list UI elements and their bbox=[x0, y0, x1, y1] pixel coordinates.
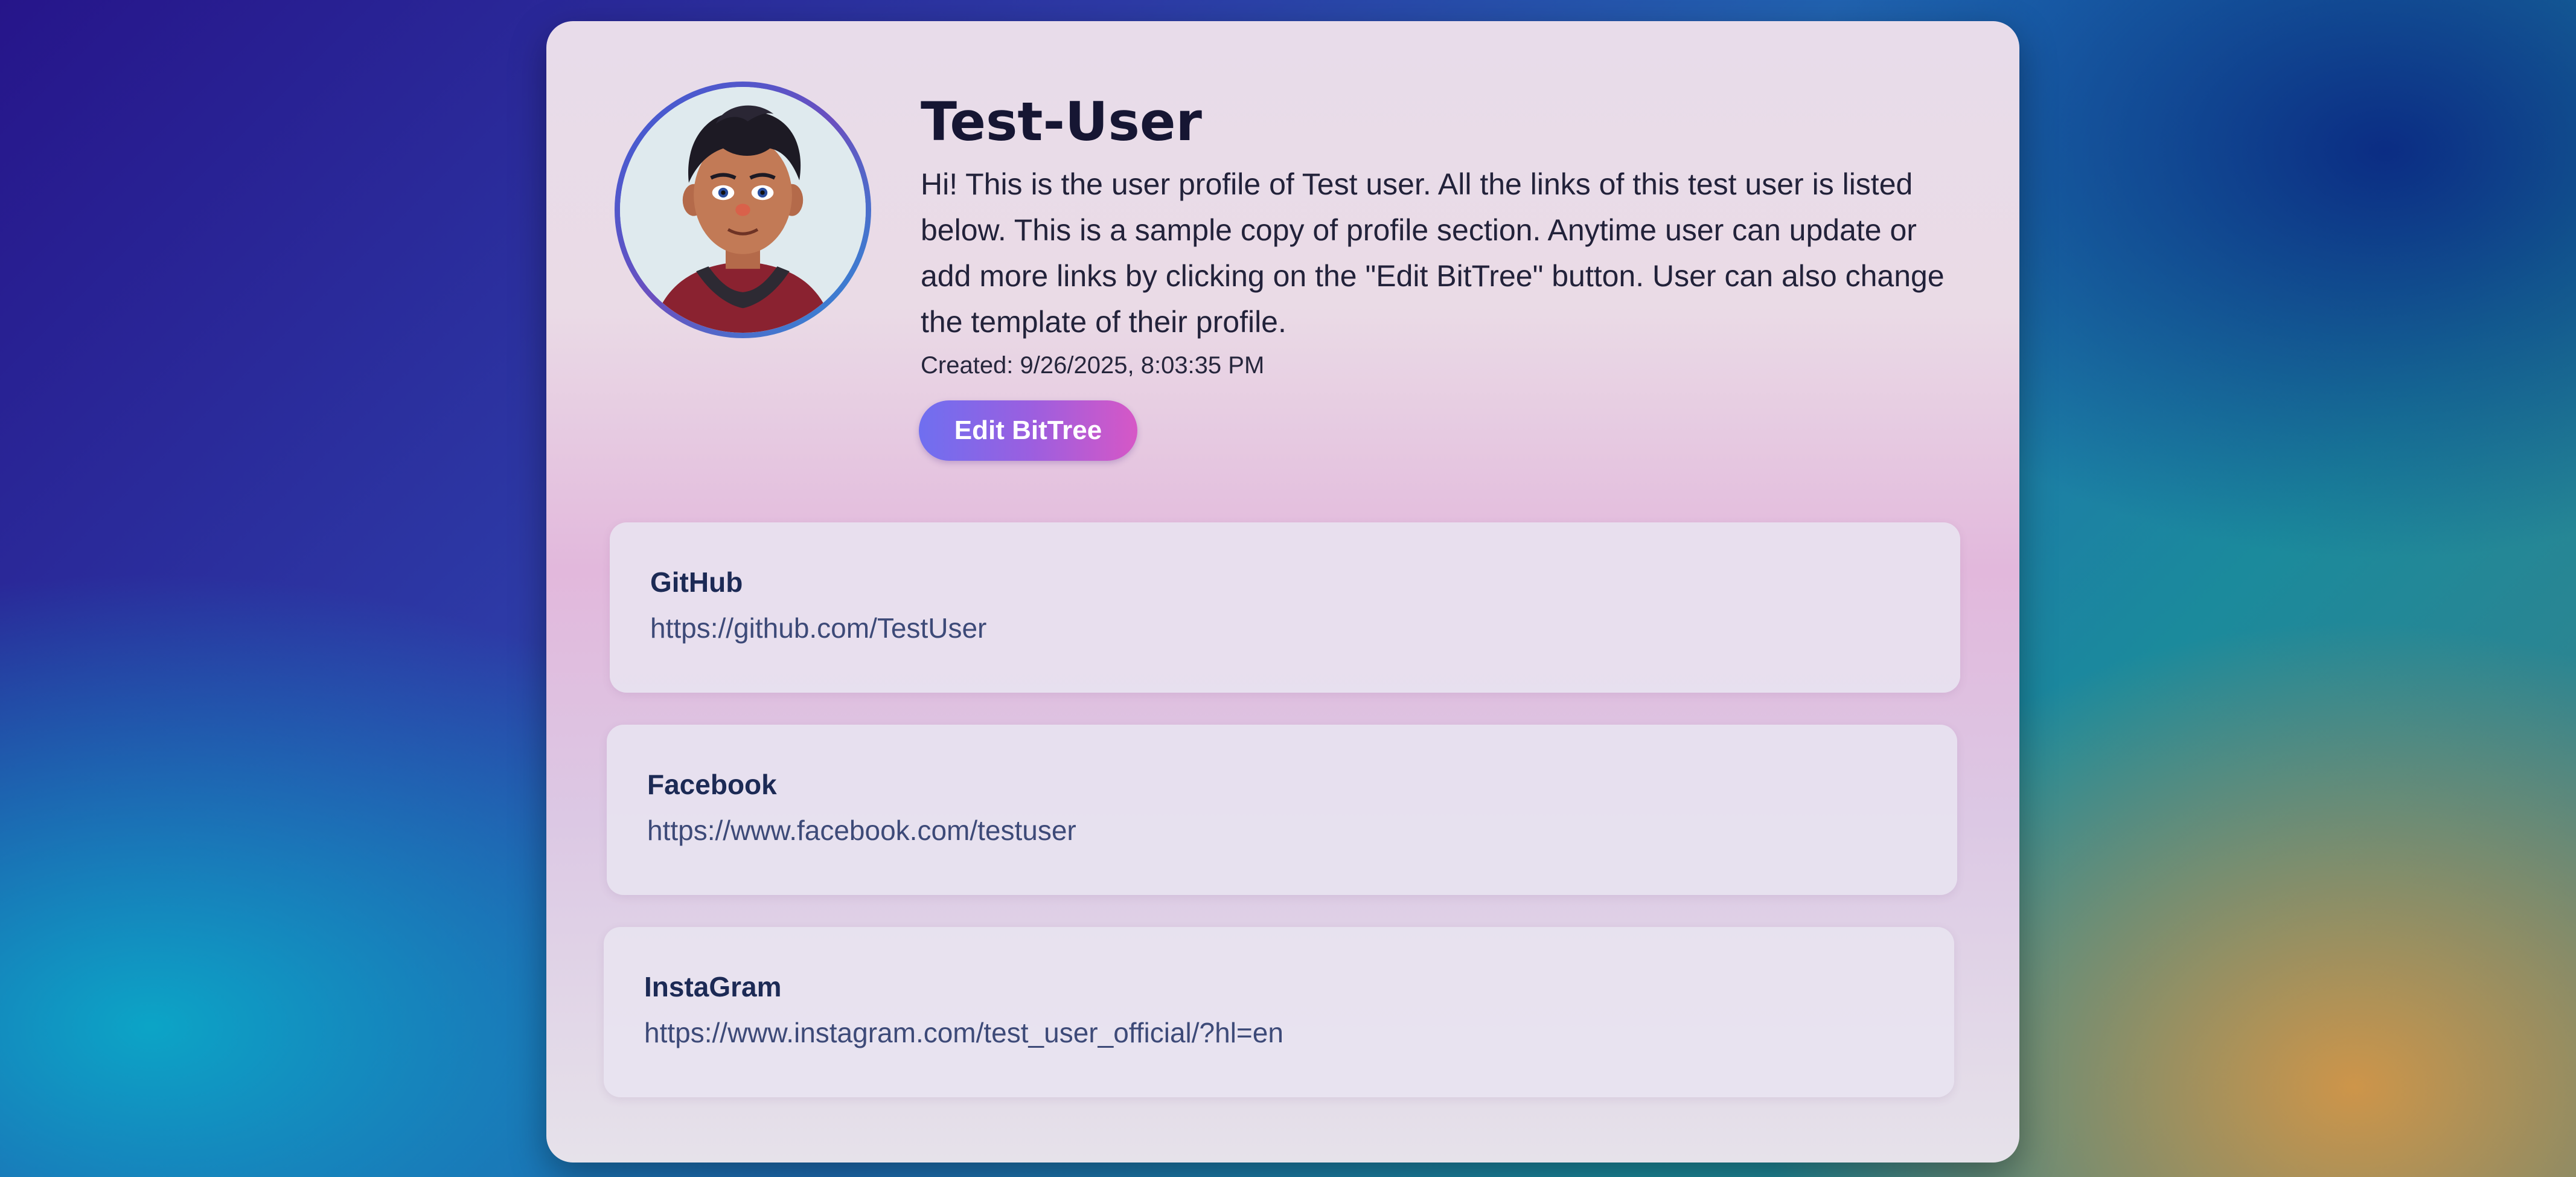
profile-bio: Hi! This is the user profile of Test use… bbox=[921, 167, 1945, 339]
link-title: Facebook bbox=[647, 769, 777, 800]
edit-bittree-button[interactable]: Edit BitTree bbox=[919, 400, 1137, 461]
profile-name: Test-User bbox=[921, 91, 1202, 153]
created-timestamp: Created: 9/26/2025, 8:03:35 PM bbox=[921, 352, 1265, 379]
link-title: GitHub bbox=[650, 566, 743, 598]
link-card-facebook[interactable]: Facebook https://www.facebook.com/testus… bbox=[607, 725, 1957, 895]
avatar bbox=[615, 82, 871, 338]
link-title: InstaGram bbox=[644, 971, 782, 1002]
link-card-github[interactable]: GitHub https://github.com/TestUser bbox=[610, 522, 1960, 693]
avatar-image bbox=[620, 87, 866, 333]
user-avatar-icon bbox=[620, 87, 866, 333]
profile-card: Test-User Hi! This is the user profile o… bbox=[546, 21, 2019, 1163]
link-url[interactable]: https://www.facebook.com/testuser bbox=[647, 814, 1076, 847]
link-card-instagram[interactable]: InstaGram https://www.instagram.com/test… bbox=[604, 927, 1954, 1097]
link-url[interactable]: https://github.com/TestUser bbox=[650, 612, 986, 644]
link-url[interactable]: https://www.instagram.com/test_user_offi… bbox=[644, 1016, 1283, 1049]
